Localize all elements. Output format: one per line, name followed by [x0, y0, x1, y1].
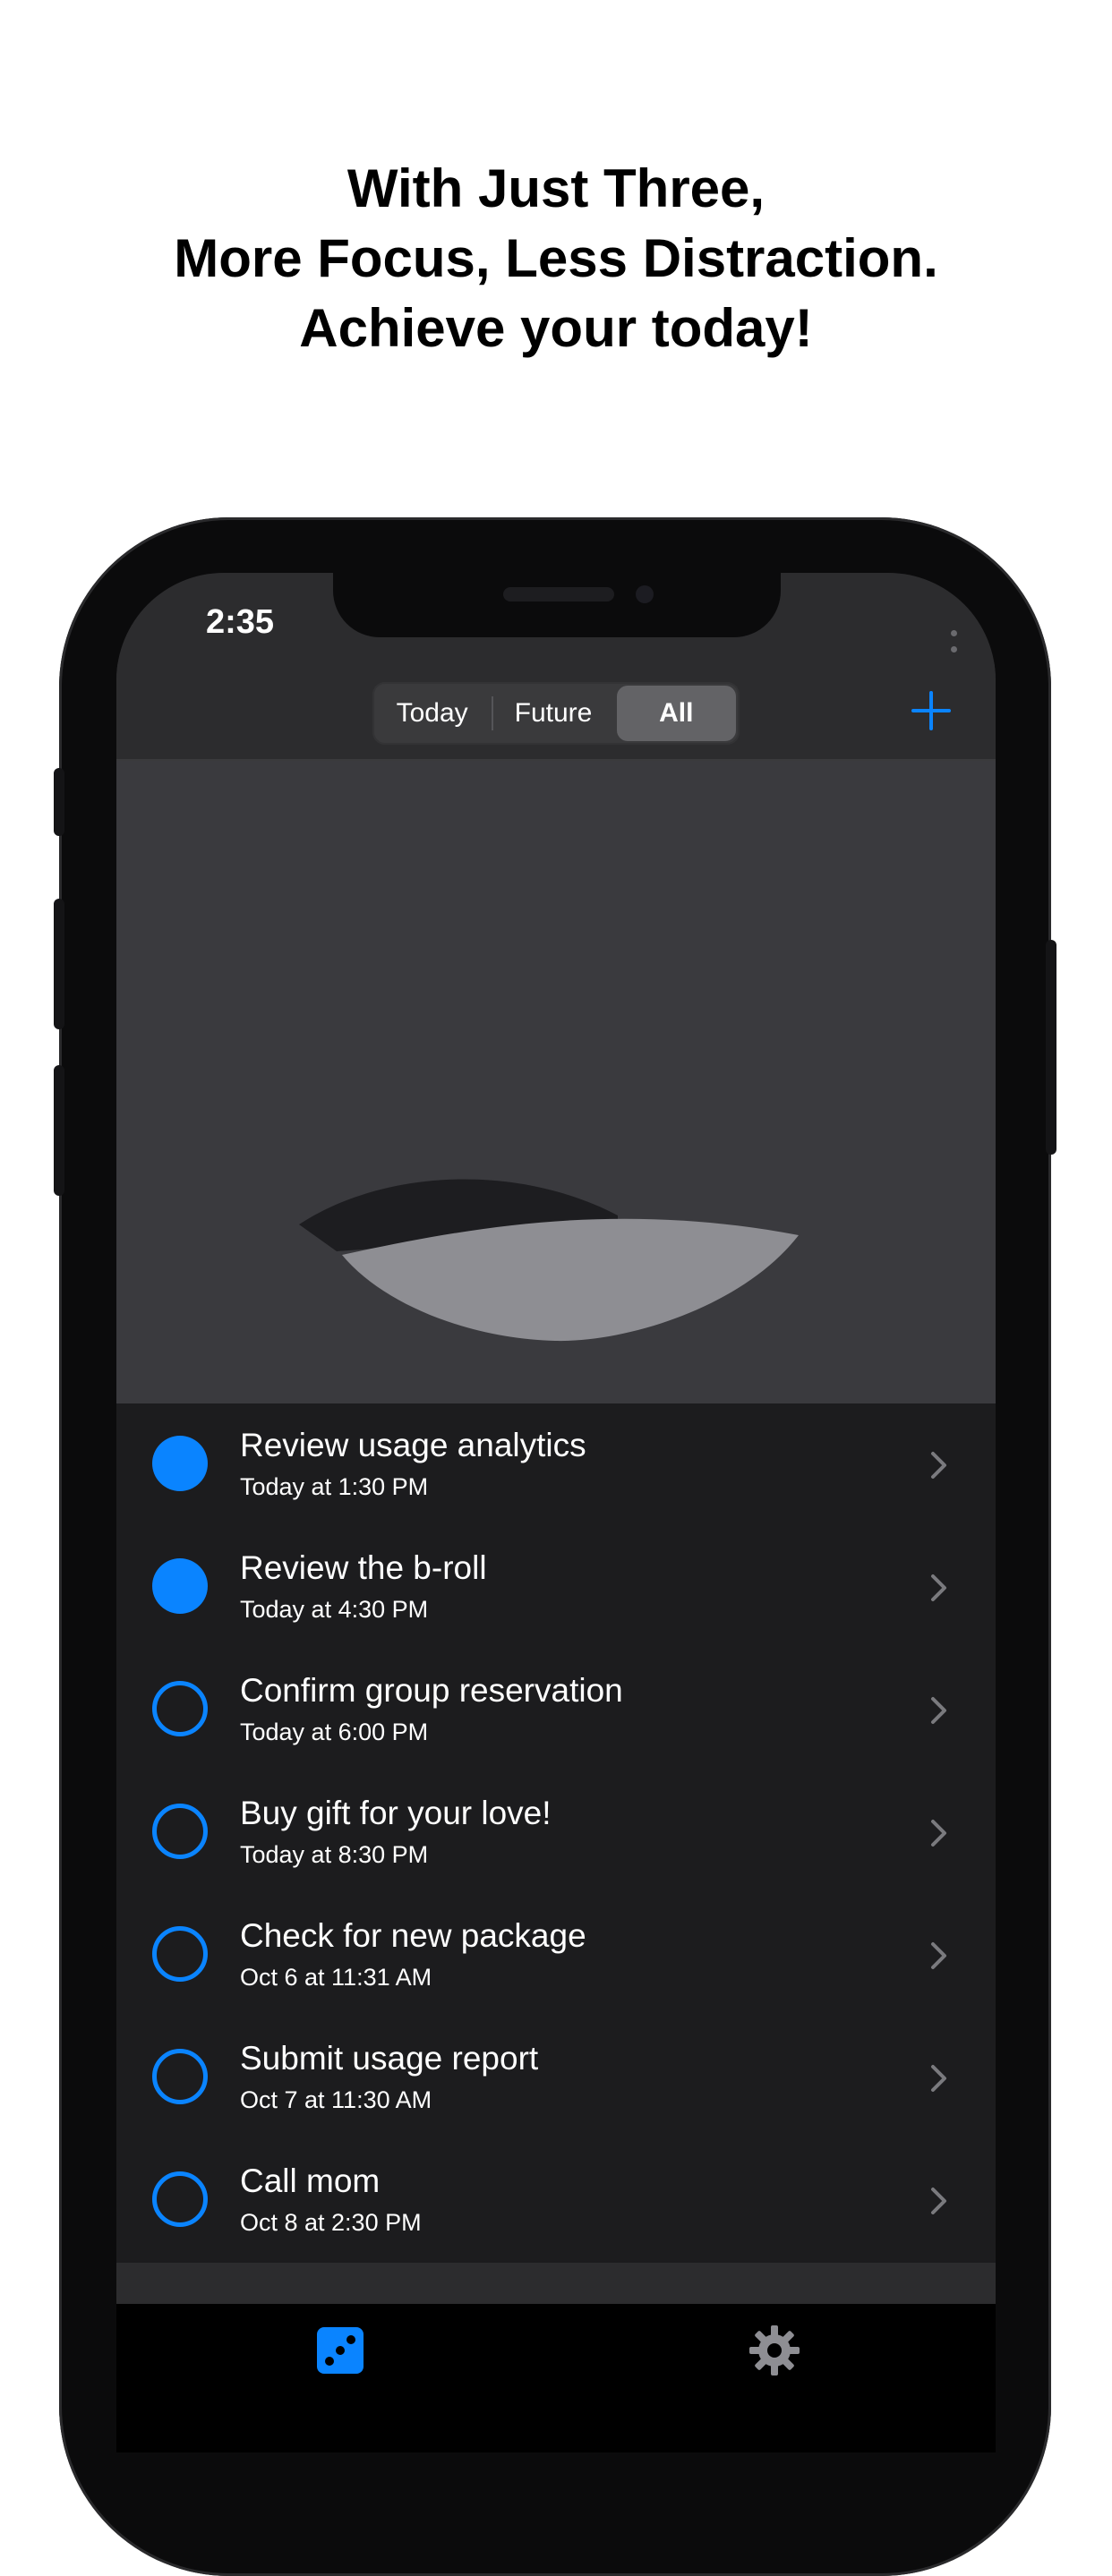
- task-title: Buy gift for your love!: [240, 1795, 552, 1831]
- dice-icon[interactable]: [313, 2324, 367, 2377]
- task-list: Review usage analytics Today at 1:30 PM …: [116, 1403, 996, 2263]
- hero-illustration: [116, 761, 996, 1403]
- headline-line-3: Achieve your today!: [299, 298, 813, 358]
- volume-down-button: [54, 1065, 64, 1196]
- task-checkbox[interactable]: [152, 1436, 208, 1491]
- mute-switch: [54, 768, 64, 836]
- chevron-right-icon: [931, 1452, 946, 1479]
- task-time: Oct 7 at 11:30 AM: [240, 2086, 432, 2113]
- task-title: Review the b-roll: [240, 1549, 487, 1586]
- chevron-right-icon: [931, 1820, 946, 1847]
- task-time: Today at 4:30 PM: [240, 1596, 429, 1623]
- task-title: Call mom: [240, 2162, 381, 2199]
- task-row[interactable]: Check for new package Oct 6 at 11:31 AM: [116, 1894, 996, 2017]
- task-title: Confirm group reservation: [240, 1672, 623, 1709]
- task-checkbox[interactable]: [152, 1681, 208, 1736]
- task-time: Oct 6 at 11:31 AM: [240, 1964, 432, 1991]
- front-camera: [636, 585, 654, 603]
- task-time: Today at 6:00 PM: [240, 1719, 429, 1745]
- volume-up-button: [54, 899, 64, 1029]
- navigation-bar: Today Future All: [116, 662, 996, 761]
- task-time: Today at 1:30 PM: [240, 1473, 429, 1500]
- task-row[interactable]: Review the b-roll Today at 4:30 PM: [116, 1526, 996, 1649]
- marketing-headline: With Just Three, More Focus, Less Distra…: [0, 154, 1112, 363]
- task-row[interactable]: Buy gift for your love! Today at 8:30 PM: [116, 1771, 996, 1894]
- task-time: Today at 8:30 PM: [240, 1841, 429, 1868]
- bowl-illustration: [299, 1179, 799, 1342]
- chevron-right-icon: [931, 2188, 946, 2214]
- speaker-grille: [503, 587, 614, 601]
- task-checkbox[interactable]: [152, 1558, 208, 1614]
- segment-future[interactable]: Future: [493, 682, 612, 745]
- filter-segmented-control[interactable]: Today Future All: [372, 682, 740, 745]
- task-title: Submit usage report: [240, 2040, 539, 2077]
- task-row[interactable]: Submit usage report Oct 7 at 11:30 AM: [116, 2017, 996, 2139]
- chevron-right-icon: [931, 1574, 946, 1601]
- task-checkbox[interactable]: [152, 2171, 208, 2227]
- task-checkbox[interactable]: [152, 2049, 208, 2104]
- task-checkbox[interactable]: [152, 1804, 208, 1859]
- task-time: Oct 8 at 2:30 PM: [240, 2209, 422, 2236]
- phone-screen: 2:35 Today Future All Review usage analy…: [116, 573, 996, 2452]
- power-button: [1046, 940, 1056, 1155]
- task-row[interactable]: Confirm group reservation Today at 6:00 …: [116, 1649, 996, 1771]
- headline-line-1: With Just Three,: [346, 158, 766, 218]
- chevron-right-icon: [931, 2065, 946, 2092]
- headline-line-2: More Focus, Less Distraction.: [174, 228, 938, 288]
- task-checkbox[interactable]: [152, 1926, 208, 1982]
- list-footer: [116, 2263, 996, 2304]
- status-time: 2:35: [206, 603, 275, 641]
- segment-today[interactable]: Today: [372, 696, 494, 730]
- task-title: Check for new package: [240, 1917, 586, 1954]
- task-row[interactable]: Call mom Oct 8 at 2:30 PM: [116, 2139, 996, 2262]
- chevron-right-icon: [931, 1942, 946, 1969]
- notch: [333, 573, 781, 637]
- plus-icon[interactable]: [910, 689, 953, 732]
- tab-bar: [116, 2304, 996, 2452]
- gear-icon[interactable]: [748, 2324, 801, 2377]
- chevron-right-icon: [931, 1697, 946, 1724]
- task-row[interactable]: Review usage analytics Today at 1:30 PM: [116, 1403, 996, 1526]
- task-title: Review usage analytics: [240, 1427, 586, 1463]
- segment-all[interactable]: All: [616, 686, 736, 741]
